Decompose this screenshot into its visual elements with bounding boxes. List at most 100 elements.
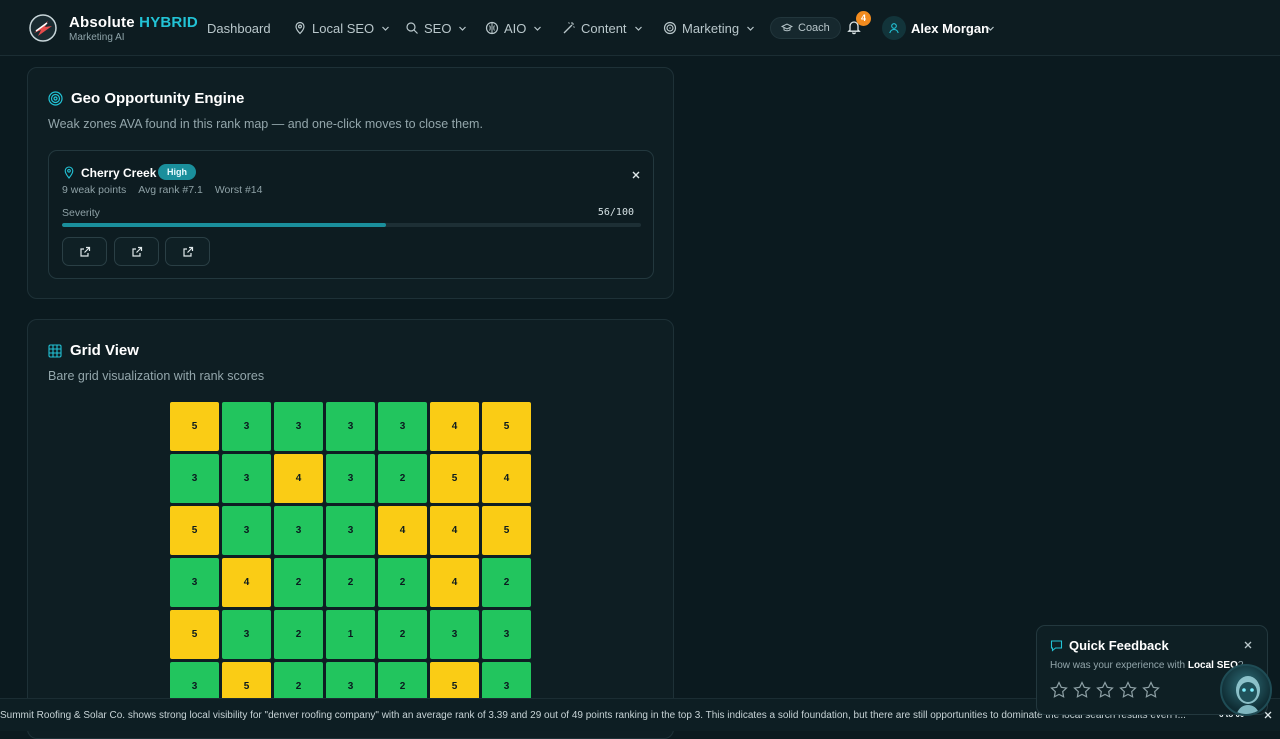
grid-card-title: Grid View [48, 342, 139, 359]
chevron-down-icon [634, 26, 642, 31]
grid-cell[interactable]: 1 [326, 610, 375, 659]
avg-rank: Avg rank #7.1 [138, 184, 203, 196]
nav-dashboard-label: Dashboard [207, 20, 271, 36]
grid-view-card: Grid View Bare grid visualization with r… [27, 319, 674, 739]
grid-cell[interactable]: 3 [222, 610, 271, 659]
grid-cell[interactable]: 5 [482, 506, 531, 555]
grid-cell[interactable]: 4 [482, 454, 531, 503]
grid-cell[interactable]: 4 [222, 558, 271, 607]
user-avatar[interactable] [882, 16, 906, 40]
external-link-icon [131, 246, 142, 257]
grid-cell[interactable]: 5 [430, 454, 479, 503]
top-navbar: Absolute HYBRID Marketing AI Dashboard L… [0, 0, 1280, 56]
chevron-down-icon [747, 26, 755, 31]
grid-cell[interactable]: 5 [170, 610, 219, 659]
grid-cell[interactable]: 3 [274, 506, 323, 555]
chevron-down-icon [459, 26, 467, 31]
grid-cell[interactable]: 4 [378, 506, 427, 555]
brand-subtitle: Marketing AI [69, 32, 125, 43]
grid-title-text: Grid View [70, 342, 139, 359]
grid-cell[interactable]: 2 [274, 558, 323, 607]
notification-count-badge: 4 [856, 11, 871, 26]
coach-label: Coach [798, 22, 830, 34]
chevron-down-icon[interactable] [986, 24, 995, 33]
nav-local-seo-label: Local SEO [312, 20, 375, 36]
grid-cell[interactable]: 3 [222, 454, 271, 503]
nav-content[interactable]: Content [562, 0, 643, 56]
grid-cell[interactable]: 3 [170, 558, 219, 607]
nav-content-label: Content [581, 20, 627, 36]
grid-icon [48, 343, 62, 358]
star-rating [1050, 681, 1160, 699]
map-pin-icon [295, 21, 305, 35]
brand[interactable]: Absolute HYBRID Marketing AI [69, 14, 198, 43]
weak-points-count: 9 weak points [62, 184, 127, 196]
star-icon[interactable] [1142, 681, 1160, 699]
grid-cell[interactable]: 3 [222, 506, 271, 555]
grid-cell[interactable]: 2 [326, 558, 375, 607]
grid-cell[interactable]: 3 [378, 402, 427, 451]
grid-card-subtitle: Bare grid visualization with rank scores [48, 369, 265, 383]
grid-cell[interactable]: 3 [430, 610, 479, 659]
open-action-button-3[interactable] [165, 237, 210, 266]
map-pin-icon [64, 166, 74, 179]
star-icon[interactable] [1119, 681, 1137, 699]
grid-cell[interactable]: 3 [274, 402, 323, 451]
grid-cell[interactable]: 4 [430, 402, 479, 451]
severity-progress-bar [62, 223, 641, 227]
star-icon[interactable] [1073, 681, 1091, 699]
close-icon[interactable] [630, 169, 642, 181]
grid-cell[interactable]: 3 [326, 402, 375, 451]
assistant-avatar[interactable] [1220, 664, 1272, 716]
user-name[interactable]: Alex Morgan [911, 21, 989, 36]
nav-seo[interactable]: SEO [405, 0, 467, 56]
radar-icon [48, 91, 63, 106]
nav-marketing[interactable]: Marketing [663, 0, 755, 56]
grid-cell[interactable]: 4 [430, 558, 479, 607]
grid-cell[interactable]: 5 [482, 402, 531, 451]
grid-cell[interactable]: 2 [274, 610, 323, 659]
grid-cell[interactable]: 3 [222, 402, 271, 451]
external-link-icon [182, 246, 193, 257]
weak-zone-item: Cherry Creek High 9 weak points Avg rank… [48, 150, 654, 279]
grid-cell[interactable]: 5 [170, 506, 219, 555]
wand-icon [563, 22, 575, 34]
geo-title-text: Geo Opportunity Engine [71, 90, 245, 107]
star-icon[interactable] [1096, 681, 1114, 699]
feedback-title: Quick Feedback [1069, 638, 1169, 653]
brand-accent: HYBRID [139, 14, 198, 31]
grid-cell[interactable]: 2 [378, 558, 427, 607]
chat-bubble-icon [1050, 640, 1063, 652]
open-action-button-2[interactable] [114, 237, 159, 266]
geo-card-subtitle: Weak zones AVA found in this rank map — … [48, 117, 483, 131]
priority-badge: High [158, 164, 196, 180]
grid-cell[interactable]: 5 [170, 402, 219, 451]
coach-button[interactable]: Coach [770, 17, 841, 39]
grid-cell[interactable]: 3 [326, 506, 375, 555]
brand-logo-icon[interactable] [28, 13, 58, 43]
grid-cell[interactable]: 4 [274, 454, 323, 503]
brand-name: Absolute [69, 14, 135, 31]
geo-card-title: Geo Opportunity Engine [48, 90, 244, 107]
nav-marketing-label: Marketing [682, 20, 740, 36]
grid-cell[interactable]: 3 [170, 454, 219, 503]
open-action-button-1[interactable] [62, 237, 107, 266]
nav-local-seo[interactable]: Local SEO [293, 0, 390, 56]
grid-cell[interactable]: 3 [326, 454, 375, 503]
chevron-down-icon [534, 26, 542, 31]
grid-cell[interactable]: 2 [482, 558, 531, 607]
close-icon[interactable] [1243, 640, 1253, 650]
severity-label: Severity [62, 207, 100, 219]
grid-cell[interactable]: 4 [430, 506, 479, 555]
grid-cell[interactable]: 2 [378, 454, 427, 503]
star-icon[interactable] [1050, 681, 1068, 699]
severity-value: 56/100 [597, 207, 634, 218]
grid-cell[interactable]: 3 [482, 610, 531, 659]
nav-aio[interactable]: AIO [485, 0, 542, 56]
search-icon [406, 22, 418, 34]
severity-progress-fill [62, 223, 387, 227]
worst-rank: Worst #14 [214, 184, 263, 196]
grid-cell[interactable]: 2 [378, 610, 427, 659]
target-icon [663, 21, 677, 35]
nav-dashboard[interactable]: Dashboard [207, 0, 271, 56]
